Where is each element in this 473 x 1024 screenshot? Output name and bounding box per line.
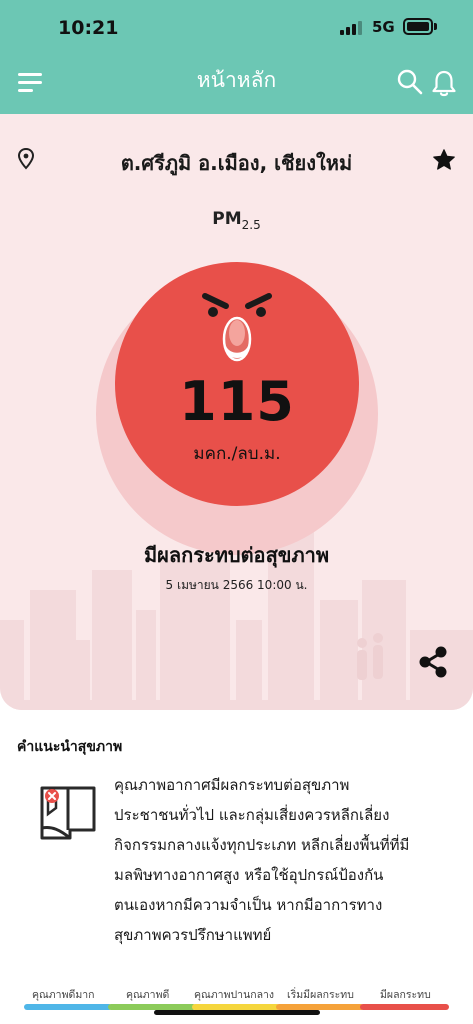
status-time: 10:21 <box>58 17 119 39</box>
star-icon[interactable] <box>431 147 457 173</box>
advice-line: ประชาชนทั่วไป และกลุ่มเสี่ยงควรหลีกเลี่ย… <box>114 806 390 824</box>
legend-bar-very-good <box>24 1004 112 1010</box>
legend-label-good: คุณภาพดี <box>126 989 170 1001</box>
battery-tip <box>434 23 437 30</box>
updated-time: 5 เมษายน 2566 10:00 น. <box>165 578 308 592</box>
aqi-value: 115 <box>179 370 295 433</box>
legend-label-moderate: คุณภาพปานกลาง <box>194 989 275 1001</box>
location-row: ต.ศรีภูมิ อ.เมือง, เชียงใหม่ <box>0 144 473 184</box>
battery-icon <box>403 18 433 35</box>
legend-label-very-good: คุณภาพดีมาก <box>32 989 95 1001</box>
share-icon[interactable] <box>416 644 450 680</box>
advice-line: กิจกรรมกลางแจ้งทุกประเภท หลีกเลี่ยงพื้นท… <box>114 836 410 854</box>
advice-line: มลพิษทางอากาศสูง หรือใช้อุปกรณ์ป้องกัน <box>114 866 384 884</box>
location-name[interactable]: ต.ศรีภูมิ อ.เมือง, เชียงใหม่ <box>0 147 473 179</box>
angry-face-icon <box>199 282 275 370</box>
network-type: 5G <box>372 18 395 36</box>
legend-label-starting-impact: เริ่มมีผลกระทบ <box>287 989 354 1001</box>
search-icon[interactable] <box>396 68 424 96</box>
pm-label-sub: 2.5 <box>241 218 261 232</box>
pm-label-main: PM <box>212 209 242 229</box>
aqi-card: ต.ศรีภูมิ อ.เมือง, เชียงใหม่ PM2.5 115 ม… <box>0 114 473 710</box>
legend-bar-impact <box>360 1004 449 1010</box>
signal-icon <box>340 20 362 35</box>
aqi-level: มีผลกระทบต่อสุขภาพ <box>143 543 330 567</box>
advice-text: คุณภาพอากาศมีผลกระทบต่อสุขภาพ ประชาชนทั่… <box>114 770 454 950</box>
pm-label: PM2.5 <box>0 209 473 232</box>
home-indicator <box>154 1010 320 1015</box>
legend-label-impact: มีผลกระทบ <box>380 989 431 1001</box>
aqi-unit: มคก./ลบ.ม. <box>193 444 281 464</box>
app-header: 10:21 5G หน้าหลัก <box>0 0 473 114</box>
bell-icon[interactable] <box>430 68 458 98</box>
advice-line: สุขภาพควรปรึกษาแพทย์ <box>114 926 272 944</box>
advice-line: คุณภาพอากาศมีผลกระทบต่อสุขภาพ <box>114 776 350 794</box>
no-window-icon <box>40 784 96 842</box>
advice-title: คำแนะนำสุขภาพ <box>17 739 123 755</box>
advice-line: ตนเองหากมีความจำเป็น หากมีอาการทาง <box>114 896 383 914</box>
